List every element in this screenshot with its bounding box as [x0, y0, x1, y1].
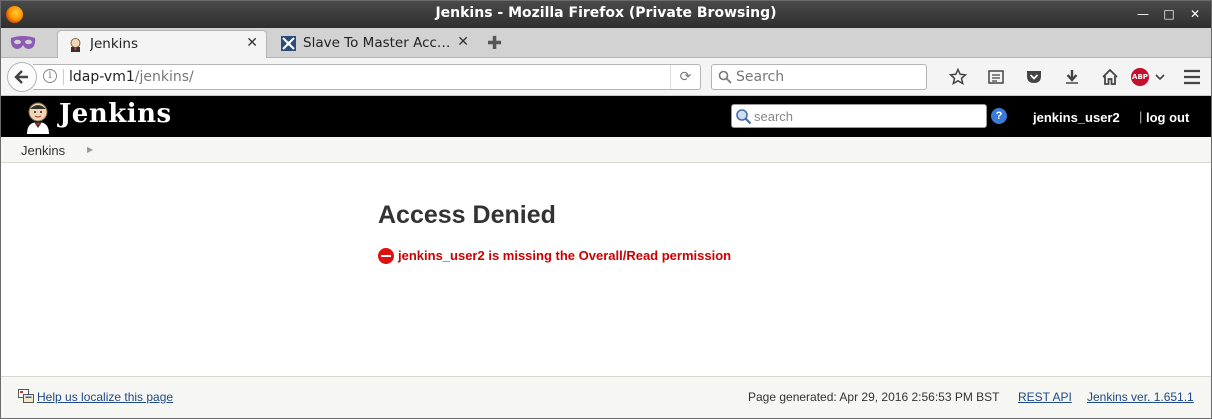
breadcrumb: Jenkins ▶: [1, 137, 1211, 163]
url-bar[interactable]: i ldap-vm1/jenkins/ ⟳: [33, 64, 701, 90]
minimize-icon[interactable]: —: [1135, 6, 1151, 22]
navigation-bar: i ldap-vm1/jenkins/ ⟳ Search ABP: [1, 58, 1211, 96]
jenkins-version-link[interactable]: Jenkins ver. 1.651.1: [1087, 390, 1194, 404]
jenkins-brand-title[interactable]: Jenkins: [59, 99, 172, 129]
logout-separator: |: [1139, 109, 1143, 124]
web-page: Jenkins search ? jenkins_user2 | log out…: [1, 96, 1211, 418]
back-button[interactable]: [7, 62, 37, 92]
browser-window: Jenkins - Mozilla Firefox (Private Brows…: [0, 0, 1212, 419]
page-title: Access Denied: [378, 201, 556, 229]
close-tab-icon[interactable]: ✕: [246, 35, 258, 51]
jenkins-favicon-icon: [70, 38, 81, 52]
home-icon[interactable]: [1091, 66, 1129, 88]
url-text[interactable]: ldap-vm1/jenkins/: [69, 69, 194, 85]
adblock-plus-icon[interactable]: ABP: [1129, 66, 1167, 88]
window-title: Jenkins - Mozilla Firefox (Private Brows…: [435, 5, 777, 21]
localize-link[interactable]: Help us localize this page: [37, 390, 173, 404]
jenkins-search-input[interactable]: search: [731, 104, 987, 128]
jenkins-search-placeholder: search: [754, 109, 794, 124]
page-generated-text: Page generated: Apr 29, 2016 2:56:53 PM …: [748, 390, 1000, 404]
security-favicon-icon: [281, 36, 296, 51]
bookmark-star-icon[interactable]: [939, 66, 977, 88]
close-tab-icon[interactable]: ✕: [457, 34, 469, 50]
maximize-icon[interactable]: □: [1161, 6, 1177, 22]
page-footer: Help us localize this page Page generate…: [1, 376, 1211, 418]
tab-label: Slave To Master Acc…: [303, 35, 451, 51]
new-tab-icon[interactable]: ✚: [487, 33, 502, 54]
url-host: ldap-vm1: [69, 69, 135, 85]
downloads-icon[interactable]: [1053, 66, 1091, 88]
hamburger-menu-icon[interactable]: [1181, 66, 1203, 88]
tab-label: Jenkins: [90, 36, 139, 52]
bookmarks-list-icon[interactable]: [977, 66, 1015, 88]
back-arrow-icon: [14, 70, 28, 84]
close-window-icon[interactable]: ✕: [1187, 6, 1203, 22]
rest-api-link[interactable]: REST API: [1018, 390, 1072, 404]
reload-icon[interactable]: ⟳: [670, 65, 700, 89]
breadcrumb-jenkins[interactable]: Jenkins: [21, 143, 65, 158]
error-message: jenkins_user2 is missing the Overall/Rea…: [398, 248, 732, 263]
breadcrumb-arrow-icon[interactable]: ▶: [87, 145, 93, 154]
url-divider: [63, 69, 64, 85]
search-icon: [736, 109, 752, 125]
current-user-link[interactable]: jenkins_user2: [1033, 110, 1120, 125]
search-icon: [718, 70, 732, 84]
title-bar: Jenkins - Mozilla Firefox (Private Brows…: [1, 1, 1211, 28]
tab-bar: Jenkins ✕ Slave To Master Acc… ✕ ✚: [1, 28, 1211, 58]
help-icon[interactable]: ?: [991, 108, 1007, 124]
error-icon: [378, 248, 394, 264]
browser-search-input[interactable]: Search: [711, 64, 927, 90]
url-path: /jenkins/: [134, 69, 194, 85]
logout-link[interactable]: log out: [1146, 110, 1189, 125]
private-browsing-mask-icon: [10, 36, 36, 49]
jenkins-butler-logo-icon[interactable]: [21, 100, 55, 134]
pocket-icon[interactable]: [1015, 66, 1053, 88]
jenkins-header: Jenkins search ? jenkins_user2 | log out: [1, 96, 1211, 137]
localize-icon: [18, 389, 34, 403]
chevron-down-icon: [1155, 74, 1165, 81]
site-info-icon[interactable]: i: [43, 69, 57, 83]
tab-slave-to-master[interactable]: Slave To Master Acc… ✕: [271, 30, 477, 58]
search-placeholder: Search: [736, 69, 785, 85]
tab-jenkins[interactable]: Jenkins ✕: [57, 30, 267, 58]
